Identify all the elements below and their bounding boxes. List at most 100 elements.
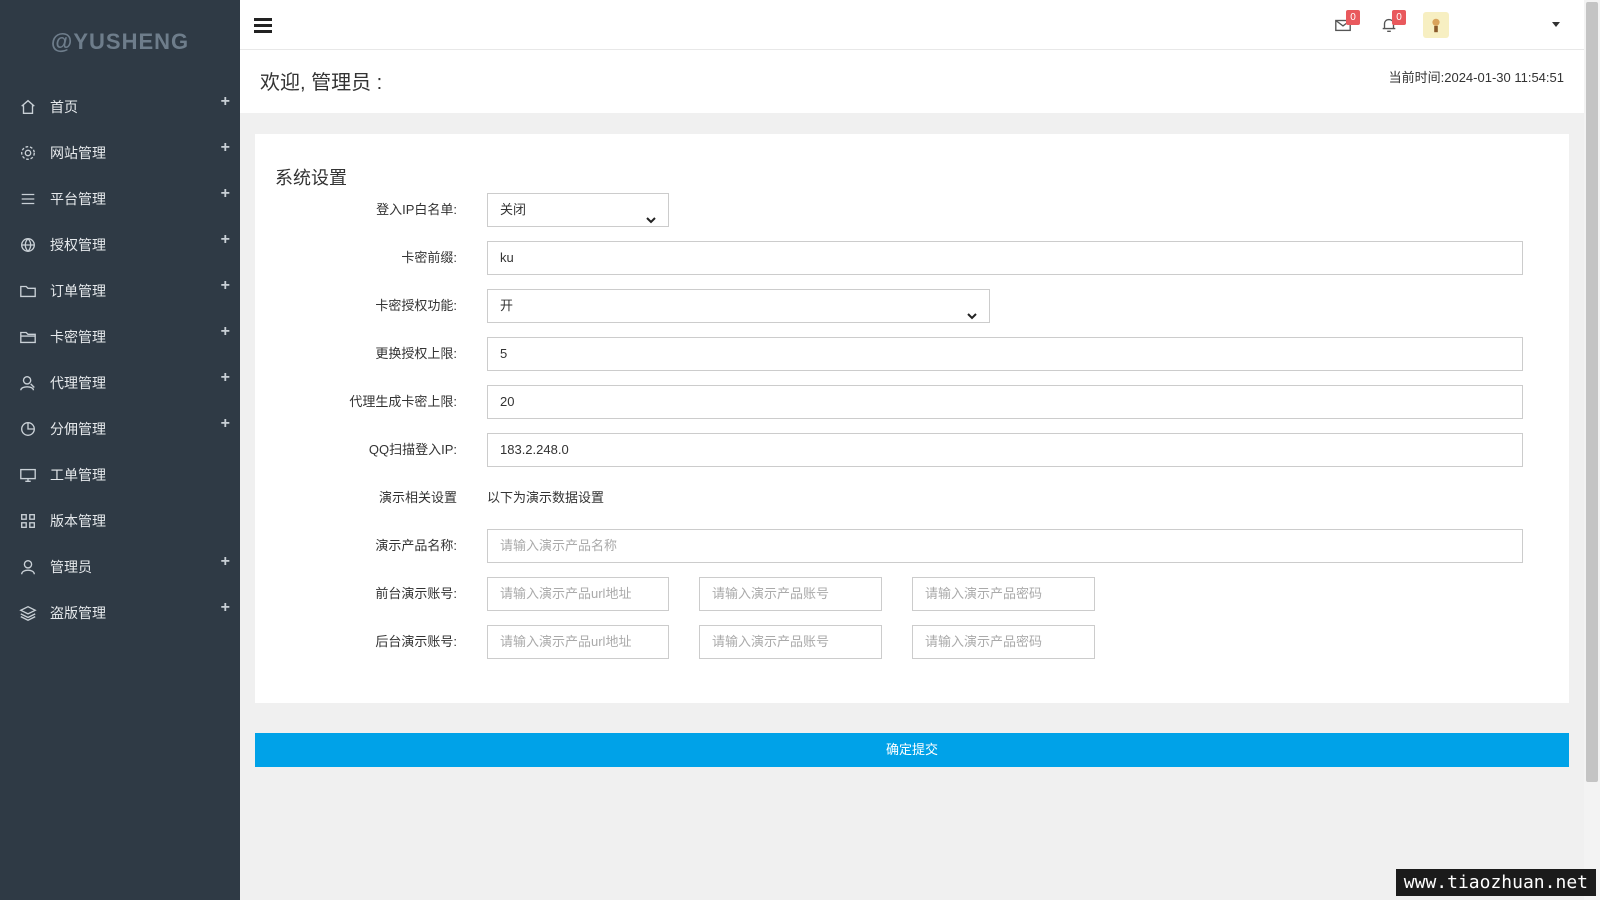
- chevron-down-icon: [967, 301, 977, 320]
- agent-card-limit-input[interactable]: 20: [487, 385, 1523, 419]
- card-auth-label: 卡密授权功能:: [375, 298, 457, 313]
- current-time: 当前时间:2024-01-30 11:54:51: [1388, 70, 1564, 85]
- sidebar-item-commission[interactable]: 分佣管理 +: [0, 406, 240, 452]
- sidebar-item-orders[interactable]: 订单管理 +: [0, 268, 240, 314]
- expand-plus-icon: +: [220, 415, 230, 432]
- card-prefix-input[interactable]: ku: [487, 241, 1523, 275]
- back-demo-url-input[interactable]: 请输入演示产品url地址: [487, 625, 669, 659]
- sidebar-item-tickets[interactable]: 工单管理: [0, 452, 240, 498]
- sidebar-nav: 首页 + 网站管理 + 平台管理 + 授权管理 + 订单管理 + 卡密管理 +: [0, 84, 240, 636]
- sidebar-item-authorization[interactable]: 授权管理 +: [0, 222, 240, 268]
- expand-plus-icon: +: [220, 553, 230, 570]
- back-demo-password-input[interactable]: 请输入演示产品密码: [912, 625, 1095, 659]
- watermark: www.tiaozhuan.net: [1395, 869, 1596, 896]
- expand-plus-icon: +: [220, 599, 230, 616]
- sidebar: @YUSHENG 首页 + 网站管理 + 平台管理 + 授权管理 + 订单管理 …: [0, 0, 240, 900]
- front-demo-account-input[interactable]: 请输入演示产品账号: [699, 577, 882, 611]
- folder-icon: [18, 327, 38, 347]
- sidebar-item-admins[interactable]: 管理员 +: [0, 544, 240, 590]
- front-demo-password-input[interactable]: 请输入演示产品密码: [912, 577, 1095, 611]
- sidebar-item-piracy[interactable]: 盗版管理 +: [0, 590, 240, 636]
- expand-plus-icon: +: [220, 323, 230, 340]
- welcome-bar: 欢迎, 管理员 : 当前时间:2024-01-30 11:54:51: [240, 50, 1584, 113]
- expand-plus-icon: +: [220, 231, 230, 248]
- row-agent-card-limit: 代理生成卡密上限: 20: [255, 385, 1569, 419]
- front-demo-url-input[interactable]: 请输入演示产品url地址: [487, 577, 669, 611]
- bell-badge: 0: [1392, 10, 1406, 25]
- expand-plus-icon: +: [220, 139, 230, 156]
- agent-card-limit-label: 代理生成卡密上限:: [349, 394, 457, 409]
- menu-toggle-icon[interactable]: [254, 18, 272, 33]
- welcome-title: 欢迎, 管理员 :: [260, 72, 383, 94]
- sidebar-item-label: 首页: [50, 99, 78, 115]
- ball-icon: [18, 235, 38, 255]
- sidebar-item-label: 网站管理: [50, 145, 106, 161]
- sidebar-item-label: 卡密管理: [50, 329, 106, 345]
- mail-badge: 0: [1346, 10, 1360, 25]
- card-title: 系统设置: [275, 168, 347, 188]
- avatar[interactable]: [1423, 12, 1449, 38]
- submit-button[interactable]: 确定提交: [255, 733, 1569, 767]
- sidebar-item-home[interactable]: 首页 +: [0, 84, 240, 130]
- grid-icon: [18, 511, 38, 531]
- qq-scan-ip-input[interactable]: 183.2.248.0: [487, 433, 1523, 467]
- row-back-demo: 后台演示账号: 请输入演示产品url地址 请输入演示产品账号 请输入演示产品密码: [255, 625, 1569, 659]
- gear-icon: [18, 143, 38, 163]
- back-demo-label: 后台演示账号:: [375, 634, 457, 649]
- sidebar-item-versions[interactable]: 版本管理: [0, 498, 240, 544]
- row-card-auth: 卡密授权功能: 开: [255, 289, 1569, 323]
- sidebar-item-label: 分佣管理: [50, 421, 106, 437]
- sidebar-item-label: 订单管理: [50, 283, 106, 299]
- back-demo-account-input[interactable]: 请输入演示产品账号: [699, 625, 882, 659]
- settings-card: 系统设置 登入IP白名单: 关闭 卡密前缀: ku 卡密授权功能: 开 更换授权…: [255, 134, 1569, 703]
- mail-icon[interactable]: 0: [1334, 10, 1360, 36]
- sidebar-item-label: 授权管理: [50, 237, 106, 253]
- home-icon: [18, 97, 38, 117]
- layers-icon: [18, 603, 38, 623]
- row-qq-scan-ip: QQ扫描登入IP: 183.2.248.0: [255, 433, 1569, 467]
- sidebar-item-agents[interactable]: 代理管理 +: [0, 360, 240, 406]
- sidebar-item-label: 管理员: [50, 559, 92, 575]
- row-demo-settings: 演示相关设置 以下为演示数据设置: [255, 481, 1569, 515]
- expand-plus-icon: +: [220, 277, 230, 294]
- card-prefix-label: 卡密前缀:: [401, 250, 457, 265]
- ip-whitelist-label: 登入IP白名单:: [376, 202, 457, 217]
- card-auth-value: 开: [500, 298, 514, 313]
- topbar: 0 0: [240, 0, 1584, 50]
- sidebar-item-label: 代理管理: [50, 375, 106, 391]
- expand-plus-icon: +: [220, 185, 230, 202]
- user-icon: [18, 557, 38, 577]
- row-demo-product-name: 演示产品名称: 请输入演示产品名称: [255, 529, 1569, 563]
- front-demo-label: 前台演示账号:: [375, 586, 457, 601]
- logo: @YUSHENG: [50, 29, 190, 54]
- demo-settings-text: 以下为演示数据设置: [487, 490, 605, 505]
- expand-plus-icon: +: [220, 369, 230, 386]
- page-scrollbar[interactable]: [1584, 0, 1600, 900]
- monitor-icon: [18, 465, 38, 485]
- row-auth-change-limit: 更换授权上限: 5: [255, 337, 1569, 371]
- sidebar-item-label: 盗版管理: [50, 605, 106, 621]
- row-ip-whitelist: 登入IP白名单: 关闭: [255, 193, 1569, 227]
- auth-change-limit-label: 更换授权上限:: [375, 346, 457, 361]
- expand-plus-icon: +: [220, 93, 230, 110]
- ip-whitelist-value: 关闭: [500, 202, 527, 217]
- chevron-down-icon: [646, 205, 656, 224]
- sidebar-item-label: 版本管理: [50, 513, 106, 529]
- list-icon: [18, 189, 38, 209]
- scrollbar-thumb[interactable]: [1586, 2, 1598, 782]
- ip-whitelist-select[interactable]: 关闭: [487, 193, 669, 227]
- user-group-icon: [18, 373, 38, 393]
- row-card-prefix: 卡密前缀: ku: [255, 241, 1569, 275]
- demo-settings-label: 演示相关设置: [378, 490, 457, 505]
- auth-change-limit-input[interactable]: 5: [487, 337, 1523, 371]
- bell-icon[interactable]: 0: [1380, 10, 1406, 36]
- qq-scan-ip-label: QQ扫描登入IP:: [368, 442, 457, 457]
- sidebar-item-website[interactable]: 网站管理 +: [0, 130, 240, 176]
- sidebar-item-label: 平台管理: [50, 191, 106, 207]
- sidebar-item-label: 工单管理: [50, 467, 106, 483]
- card-auth-select[interactable]: 开: [487, 289, 990, 323]
- sidebar-item-platform[interactable]: 平台管理 +: [0, 176, 240, 222]
- user-dropdown-caret-icon[interactable]: [1552, 22, 1560, 27]
- demo-product-name-input[interactable]: 请输入演示产品名称: [487, 529, 1523, 563]
- sidebar-item-cards[interactable]: 卡密管理 +: [0, 314, 240, 360]
